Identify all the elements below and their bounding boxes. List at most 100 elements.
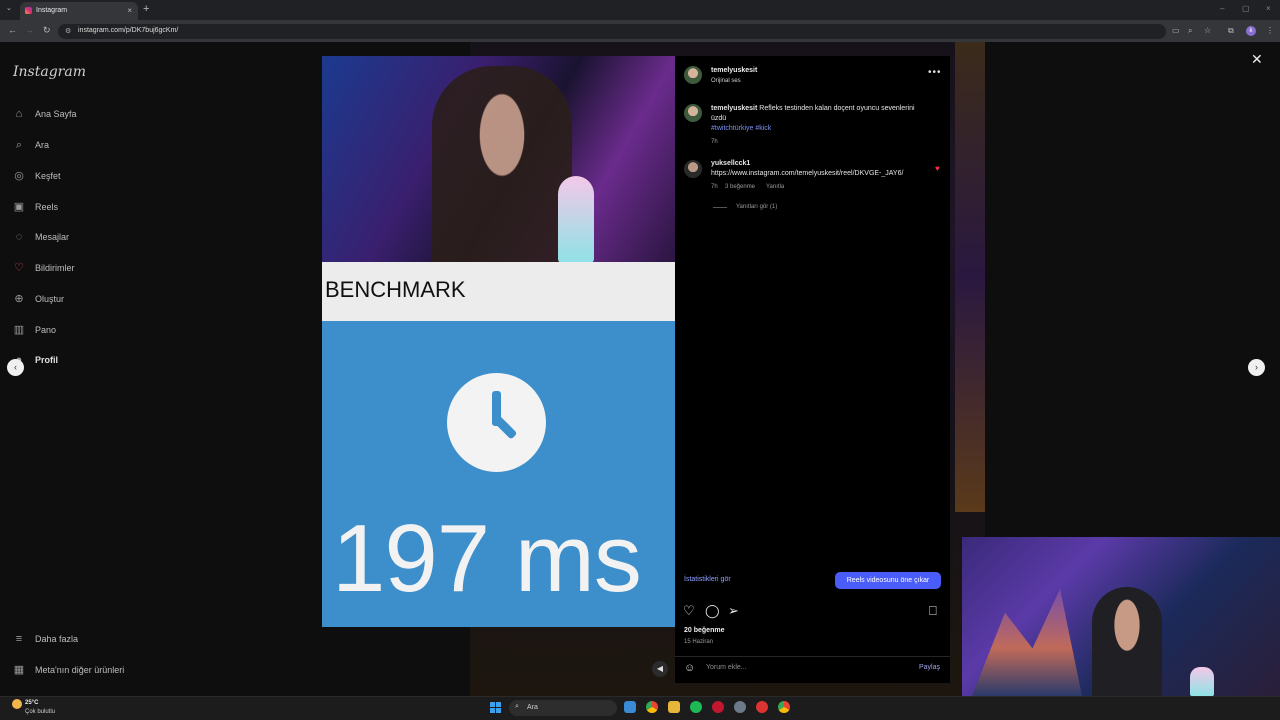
nav-explore[interactable]: ◎ Keşfet: [12, 168, 60, 184]
save-bookmark-icon[interactable]: ⎕: [929, 603, 937, 619]
plus-icon: ⊕: [14, 293, 24, 305]
grid-icon: ▦: [13, 664, 25, 676]
profile-avatar[interactable]: k: [1246, 26, 1256, 36]
taskbar-search[interactable]: ⌕ Ara: [509, 700, 617, 716]
reload-icon[interactable]: ↻: [43, 25, 51, 36]
start-button[interactable]: [490, 702, 501, 713]
browser-tab[interactable]: Instagram ×: [20, 2, 138, 20]
commenter-avatar[interactable]: [684, 160, 702, 178]
replies-divider: [713, 207, 727, 208]
tab-search-menu[interactable]: ⌄: [6, 4, 12, 12]
author-username[interactable]: temelyuskesit: [711, 67, 757, 74]
nav-reels[interactable]: ▣ Reels: [12, 199, 58, 215]
nav-label: Profil: [35, 355, 59, 365]
spotify-icon[interactable]: [690, 701, 702, 713]
comment-liked-heart-icon[interactable]: ♥: [935, 164, 940, 173]
forward-icon[interactable]: →: [25, 25, 34, 35]
lamp-figure: [1190, 667, 1214, 696]
post-media[interactable]: BENCHMARK 197 ms: [322, 56, 675, 627]
file-explorer-icon[interactable]: [668, 701, 680, 713]
reply-button[interactable]: Yanıtla: [766, 184, 784, 190]
site-info-icon[interactable]: ⚙: [65, 27, 71, 35]
home-icon: ⌂: [15, 108, 23, 120]
nav-label: Bildirimler: [35, 263, 75, 273]
streamer-webcam-frame: [322, 56, 675, 263]
caption-hashtags[interactable]: #twitchtürkiye #kick: [711, 124, 771, 134]
settings-icon[interactable]: [734, 701, 746, 713]
comment-icon[interactable]: ◯: [705, 603, 720, 619]
weather-description[interactable]: Çok bulutlu: [25, 709, 55, 715]
comment-likes[interactable]: 3 beğenme: [725, 184, 755, 190]
address-bar[interactable]: ⚙ instagram.com/p/DK7buj6gcKm/: [58, 24, 1166, 39]
nav-create[interactable]: ⊕ Oluştur: [12, 291, 64, 307]
post-comment-button[interactable]: Paylaş: [919, 664, 940, 671]
nav-label: Meta'nın diğer ürünleri: [35, 665, 125, 675]
author-avatar[interactable]: [684, 66, 702, 84]
likes-count[interactable]: 20 beğenme: [684, 627, 724, 634]
comment-text[interactable]: https://www.instagram.com/temelyuskesit/…: [711, 169, 903, 179]
app-icon[interactable]: [756, 701, 768, 713]
nav-more[interactable]: ≡ Daha fazla: [12, 631, 78, 647]
share-icon[interactable]: ➢: [728, 603, 739, 619]
browser-tab-bar: [0, 0, 1280, 20]
nav-search[interactable]: ⌕ Ara: [12, 137, 49, 153]
browser-menu-icon[interactable]: ⋮: [1266, 26, 1274, 35]
caption-username[interactable]: temelyuskesit: [711, 105, 757, 112]
steam-icon[interactable]: [624, 701, 636, 713]
caption-avatar[interactable]: [684, 104, 702, 122]
nav-label: Oluştur: [35, 294, 65, 304]
minimize-button[interactable]: –: [1220, 4, 1224, 13]
nav-label: Ana Sayfa: [35, 109, 77, 119]
comment-input[interactable]: Yorum ekle...: [706, 664, 747, 671]
previous-post-arrow-icon[interactable]: ‹: [7, 359, 24, 376]
search-icon: ⌕: [515, 703, 519, 710]
nav-notifications[interactable]: ♡ Bildirimler: [12, 260, 75, 276]
bookmark-star-icon[interactable]: ☆: [1204, 26, 1211, 35]
close-icon[interactable]: ✕: [1251, 51, 1263, 68]
heart-icon: ♡: [14, 262, 24, 274]
opera-icon[interactable]: [712, 701, 724, 713]
nav-label: Daha fazla: [35, 634, 79, 644]
comment-username[interactable]: yuksellcck1: [711, 159, 750, 169]
zoom-icon[interactable]: ⌕: [1188, 26, 1192, 36]
taskbar-search-label: Ara: [527, 704, 538, 711]
reels-icon: ▣: [13, 201, 25, 213]
audio-label[interactable]: Orijinal ses: [711, 78, 741, 84]
caption: temelyuskesit Refleks testinden kalan do…: [711, 104, 931, 124]
back-icon[interactable]: ←: [8, 25, 17, 35]
windows-taskbar: [0, 696, 1280, 720]
maximize-button[interactable]: ▢: [1242, 4, 1250, 13]
like-heart-icon[interactable]: ♡: [683, 603, 695, 619]
search-icon: ⌕: [15, 139, 23, 151]
boost-reel-button[interactable]: Reels videosunu öne çıkar: [835, 572, 941, 589]
nav-home[interactable]: ⌂ Ana Sayfa: [12, 106, 77, 122]
streamer-figure: [1092, 587, 1162, 696]
nav-messages[interactable]: ◌ Mesajlar: [12, 229, 69, 245]
chrome-profile-icon[interactable]: [778, 701, 790, 713]
nav-meta-products[interactable]: ▦ Meta'nın diğer ürünleri: [12, 662, 124, 678]
cast-icon[interactable]: ▭: [1172, 26, 1180, 35]
window-close-button[interactable]: ×: [1266, 4, 1271, 13]
more-options-icon[interactable]: •••: [928, 67, 942, 78]
chrome-icon[interactable]: [646, 701, 658, 713]
messenger-icon: ◌: [15, 231, 23, 243]
stream-webcam-overlay: [962, 537, 1280, 696]
mute-icon[interactable]: ◀: [652, 661, 668, 677]
next-post-arrow-icon[interactable]: ›: [1248, 359, 1265, 376]
compass-icon: ◎: [14, 170, 24, 182]
benchmark-title: BENCHMARK: [325, 277, 466, 302]
view-replies-button[interactable]: Yanıtları gör (1): [736, 204, 777, 210]
view-insights-link[interactable]: İstatistikleri gör: [684, 576, 731, 583]
post-date: 15 Haziran: [684, 639, 714, 645]
reaction-time-value: 197 ms: [332, 505, 642, 612]
tab-close-icon[interactable]: ×: [127, 6, 132, 15]
instagram-logo[interactable]: Instagram: [13, 64, 86, 80]
weather-temperature[interactable]: 25°C: [25, 700, 38, 706]
extensions-icon[interactable]: ⧉: [1228, 26, 1234, 36]
nav-dashboard[interactable]: ▥ Pano: [12, 322, 56, 338]
clock-icon: [447, 373, 546, 472]
nav-label: Pano: [35, 325, 57, 335]
weather-icon[interactable]: [12, 699, 22, 709]
emoji-icon[interactable]: ☺: [684, 662, 695, 674]
new-tab-button[interactable]: +: [143, 3, 149, 15]
